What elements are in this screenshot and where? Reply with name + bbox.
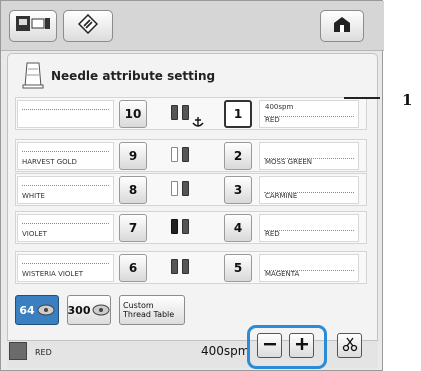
speed-increase-button[interactable] (289, 333, 314, 358)
plus-icon (295, 336, 309, 355)
anchor-icon (192, 113, 204, 132)
left-thread-label (17, 100, 114, 128)
thread-cone-icon (21, 61, 45, 93)
custom-thread-table-label: Custom Thread Table (123, 301, 175, 319)
current-color-swatch (9, 342, 27, 360)
needle-10-button[interactable]: 10 (119, 100, 147, 128)
needle-7-button[interactable]: 7 (119, 214, 147, 242)
speed-value: 400spm (201, 344, 250, 358)
spool-icon (171, 219, 178, 234)
scissors-icon (342, 336, 358, 356)
right-thread-label: 400spm RED (259, 100, 359, 128)
needle-2-button[interactable]: 2 (224, 142, 252, 170)
callout-number: 1 (402, 91, 413, 109)
spool-icon (171, 181, 178, 196)
left-thread-label: WHITE (17, 176, 114, 204)
needle-5-button[interactable]: 5 (224, 254, 252, 282)
page-title: Needle attribute setting (51, 69, 216, 83)
thread-300-label: 300 (67, 303, 91, 317)
current-color-name: RED (35, 348, 52, 357)
thread-spool-icon (37, 301, 55, 320)
needle-8-button[interactable]: 8 (119, 176, 147, 204)
home-icon (332, 15, 352, 37)
spool-icon (171, 105, 178, 120)
right-thread-label: MOSS GREEN (259, 142, 359, 170)
needle-1-button[interactable]: 1 (224, 100, 252, 128)
callout-line (344, 97, 380, 99)
spool-icon (182, 181, 189, 196)
home-button[interactable] (320, 10, 364, 42)
spool-icon (182, 259, 189, 274)
thread-64-button[interactable]: 64 (15, 295, 59, 325)
right-thread-label: MAGENTA (259, 254, 359, 282)
spool-icon (182, 147, 189, 162)
needle-4-button[interactable]: 4 (224, 214, 252, 242)
custom-thread-table-button[interactable]: Custom Thread Table (119, 295, 185, 325)
screen: Needle attribute setting 10 1 400spm RED … (0, 0, 384, 371)
needle-9-button[interactable]: 9 (119, 142, 147, 170)
spool-icon (171, 147, 178, 162)
left-thread-label: WISTERIA VIOLET (17, 254, 114, 282)
thread-64-label: 64 (19, 303, 35, 317)
speed-decrease-button[interactable] (257, 333, 282, 358)
right-thread-label: RED (259, 214, 359, 242)
left-thread-label: HARVEST GOLD (17, 142, 114, 170)
machine-button[interactable] (9, 10, 57, 42)
needle-mode-icon (77, 13, 99, 38)
needle-3-button[interactable]: 3 (224, 176, 252, 204)
left-thread-label: VIOLET (17, 214, 114, 242)
spool-icon (182, 105, 189, 120)
minus-icon (263, 336, 277, 355)
thread-300-button[interactable]: 300 (67, 295, 111, 325)
spool-icon (171, 259, 178, 274)
needle-6-button[interactable]: 6 (119, 254, 147, 282)
needle-mode-button[interactable] (63, 10, 113, 42)
spool-icon (182, 219, 189, 234)
embroidery-machine-icon (15, 14, 51, 38)
thread-spool-icon (92, 301, 110, 320)
right-thread-label: CARMINE (259, 176, 359, 204)
thread-trim-button[interactable] (337, 333, 362, 358)
